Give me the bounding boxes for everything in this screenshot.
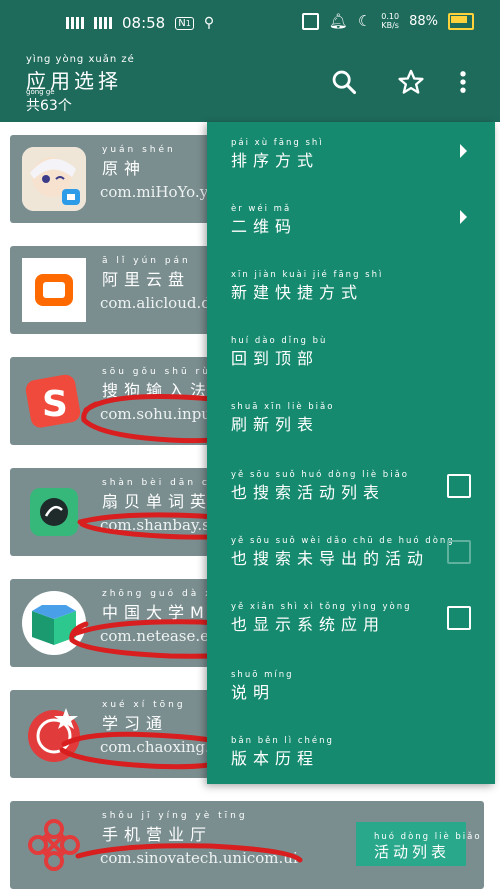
title-pinyin: yìng yòng xuǎn zé [26, 54, 135, 65]
menu-item-instructions[interactable]: shuō míng 说明 [231, 670, 481, 730]
app-name: 学习通 [102, 714, 169, 733]
more-icon[interactable] [456, 68, 470, 96]
menu-item-label: 也搜索未导出的活动 [231, 549, 430, 568]
menu-item-label: 回到顶部 [231, 349, 320, 368]
app-package: com.alicloud.da [100, 294, 220, 312]
menu-item-label: 也显示系统应用 [231, 615, 386, 634]
menu-item-label: 说明 [231, 683, 276, 702]
battery-percent: 88% [409, 13, 438, 29]
app-name-pinyin: xué xí tōng [102, 700, 186, 710]
app-name: 手机营业厅 [102, 825, 213, 844]
app-bar: yìng yòng xuǎn zé 应用选择 gòng gè 共63个 [0, 46, 500, 122]
notification-bell-icon: 🔔︎ [328, 12, 348, 30]
menu-item-label: 版本历程 [231, 749, 320, 768]
unicom-icon [22, 813, 86, 877]
activity-list-button[interactable]: huó dòng liè biǎo 活动列表 [356, 822, 480, 866]
button-label: 活动列表 [374, 843, 451, 861]
app-name: 扇贝单词英 [102, 492, 213, 511]
app-name-pinyin: shǒu jī yíng yè tīng [102, 811, 248, 821]
star-icon[interactable] [397, 68, 425, 96]
icourse-icon [22, 591, 86, 655]
menu-item-search-activities[interactable]: yě sōu suǒ huó dòng liè biǎo 也搜索活动列表 [231, 470, 481, 530]
menu-item-search-unexported[interactable]: yě sōu suǒ wèi dǎo chū de huó dòng 也搜索未导… [231, 536, 481, 596]
nfc-icon: N1 [175, 16, 194, 30]
app-package: com.netease.ed [100, 627, 219, 645]
app-name: 原神 [102, 159, 147, 178]
app-package: com.miHoYo.ys. [100, 183, 221, 201]
menu-item-label: 排序方式 [231, 151, 320, 170]
menu-item-show-system-apps[interactable]: yě xiǎn shì xì tǒng yìng yòng 也显示系统应用 [231, 602, 481, 662]
menu-item-new-shortcut[interactable]: xīn jiàn kuài jié fāng shì 新建快捷方式 [231, 270, 481, 330]
signal-icon [94, 17, 112, 29]
search-icon[interactable] [330, 68, 358, 96]
overflow-menu: pái xù fāng shì 排序方式 èr wéi mǎ 二维码 xīn j… [207, 122, 495, 784]
app-count: 共63个 [26, 98, 72, 114]
sogou-input-icon: S [22, 369, 86, 433]
menu-item-label: 刷新列表 [231, 415, 320, 434]
app-package: com.shanbay.se [100, 516, 219, 534]
menu-item-refresh[interactable]: shuā xīn liè biǎo 刷新列表 [231, 402, 481, 462]
menu-item-label: 二维码 [231, 217, 298, 236]
app-name-pinyin: yuán shén [102, 145, 176, 155]
screenshot-icon [301, 12, 319, 30]
app-package: com.chaoxing.m [100, 738, 224, 756]
submenu-arrow-icon [460, 210, 467, 224]
checkbox[interactable] [447, 474, 471, 498]
app-name: 搜狗输入法 [102, 381, 213, 400]
app-package: com.sinovatech.unicom.ui [100, 849, 298, 867]
shanbay-icon [22, 480, 86, 544]
submenu-arrow-icon [460, 144, 467, 158]
net-speed-value: 0.10 [381, 12, 400, 21]
app-package: com.sohu.input [100, 405, 217, 423]
genshin-icon [22, 147, 86, 211]
app-name-pinyin: ā lǐ yún pán [102, 256, 191, 266]
menu-item-label: 新建快捷方式 [231, 283, 364, 302]
app-name: 阿里云盘 [102, 270, 191, 289]
usb-icon: ⚲ [203, 15, 215, 31]
menu-item-label: 也搜索活动列表 [231, 483, 386, 502]
sim-badge: 1 [185, 18, 191, 28]
status-time: 08:58 [122, 14, 166, 32]
net-speed-unit: KB/s [381, 21, 399, 30]
net-speed: 0.10 KB/s [381, 12, 399, 30]
moon-icon: ☾ [357, 12, 372, 30]
checkbox [447, 540, 471, 564]
menu-item-qrcode[interactable]: èr wéi mǎ 二维码 [231, 204, 481, 264]
aliyun-drive-icon [22, 258, 86, 322]
svg-text:S: S [42, 384, 68, 425]
menu-item-version-history[interactable]: bǎn běn lì chéng 版本历程 [231, 736, 481, 796]
status-bar: 08:58 N1 ⚲ 🔔︎ ☾ 0.10 KB/s 88% [0, 0, 500, 46]
chaoxing-icon [22, 702, 86, 766]
signal-icon [66, 17, 84, 29]
checkbox[interactable] [447, 606, 471, 630]
battery-icon [448, 12, 474, 30]
menu-item-sort[interactable]: pái xù fāng shì 排序方式 [231, 138, 481, 198]
menu-item-back-to-top[interactable]: huí dào dǐng bù 回到顶部 [231, 336, 481, 396]
